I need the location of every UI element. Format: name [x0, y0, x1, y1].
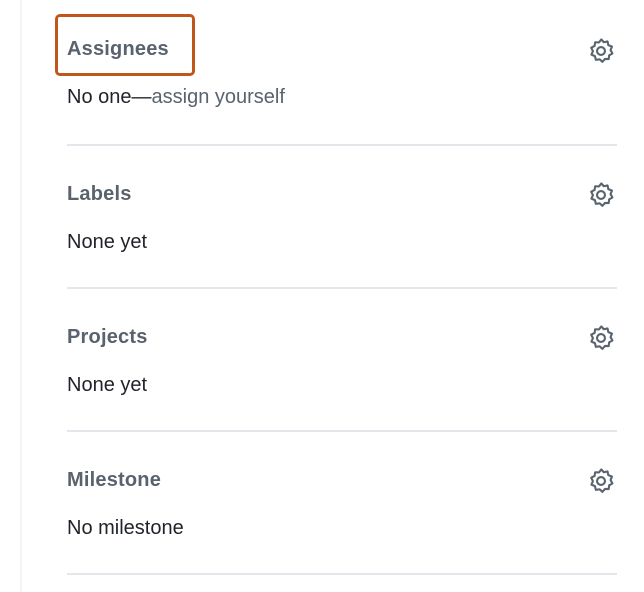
projects-section: Projects None yet — [67, 289, 617, 432]
issue-sidebar: Assignees No one—assign yourself Labels … — [67, 0, 617, 575]
gear-icon[interactable] — [587, 467, 615, 495]
milestone-heading[interactable]: Milestone — [67, 468, 161, 492]
milestone-section: Milestone No milestone — [67, 432, 617, 575]
assignees-value-text: No one— — [67, 86, 152, 108]
gear-icon[interactable] — [587, 37, 615, 65]
assignees-section: Assignees No one—assign yourself — [67, 0, 617, 146]
assignees-heading[interactable]: Assignees — [67, 37, 169, 61]
projects-value: None yet — [67, 374, 148, 396]
labels-section: Labels None yet — [67, 146, 617, 289]
assignees-value: No one—assign yourself — [67, 85, 285, 109]
milestone-value: No milestone — [67, 517, 184, 539]
left-border — [20, 0, 22, 592]
labels-value: None yet — [67, 231, 148, 253]
gear-icon[interactable] — [587, 324, 615, 352]
labels-heading[interactable]: Labels — [67, 182, 132, 206]
gear-icon[interactable] — [587, 181, 615, 209]
assign-yourself-link[interactable]: assign yourself — [152, 86, 285, 108]
projects-heading[interactable]: Projects — [67, 325, 148, 349]
